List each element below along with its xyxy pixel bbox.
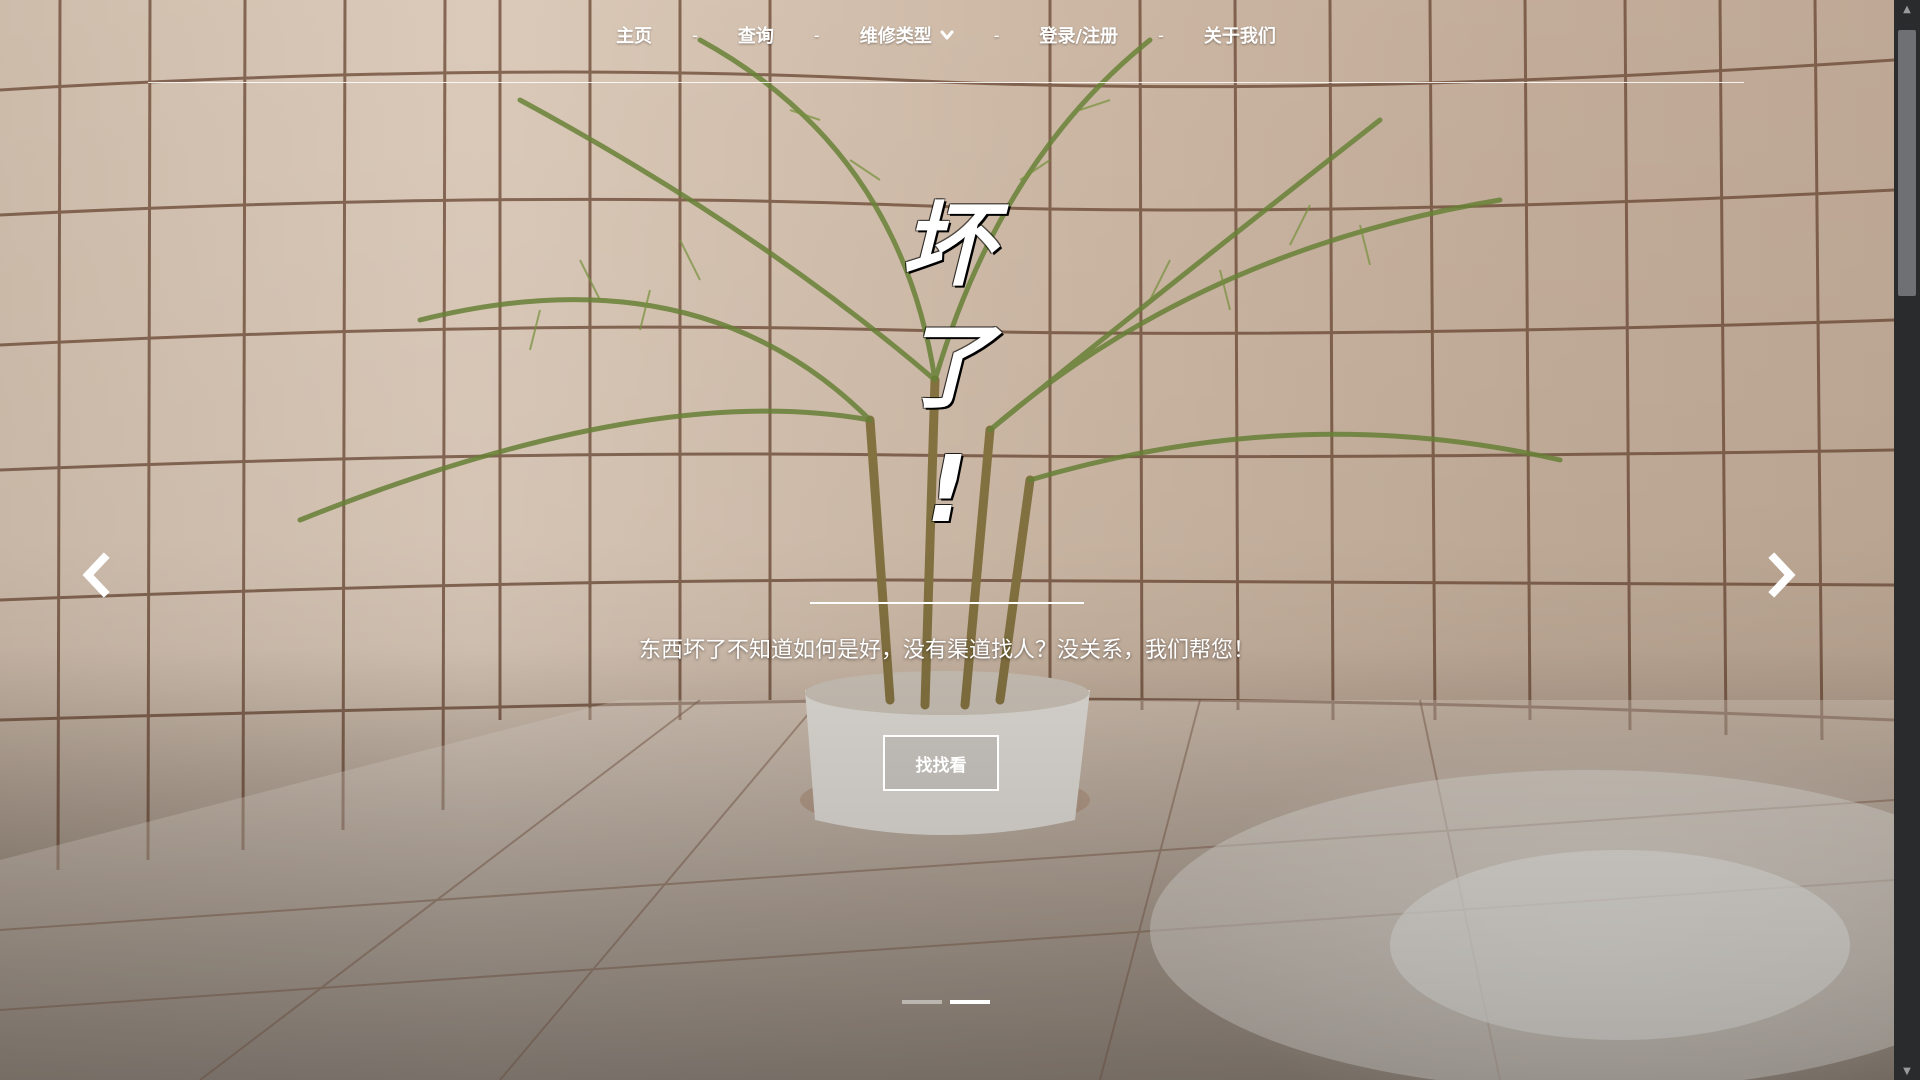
chevron-left-icon: [82, 552, 110, 598]
scrollbar-thumb[interactable]: [1898, 30, 1916, 296]
hero-title-char: !: [926, 436, 968, 543]
page: 主页 - 查询 - 维修类型 - 登录/注册 - 关于我们 坏 了 ! 东西坏了…: [0, 0, 1894, 1080]
hero-subtitle: 东西坏了不知道如何是好，没有渠道找人？没关系，我们帮您！: [638, 638, 1255, 663]
nav-item-label: 查询: [737, 26, 774, 47]
page-scrollbar[interactable]: ▲ ▼: [1894, 0, 1920, 1080]
carousel-indicator[interactable]: [902, 1000, 942, 1004]
chevron-down-icon: [940, 30, 954, 40]
carousel-indicator-active[interactable]: [950, 1000, 990, 1004]
nav-menu: 主页 - 查询 - 维修类型 - 登录/注册 - 关于我们: [148, 22, 1744, 48]
scroll-down-icon[interactable]: ▼: [1894, 1062, 1920, 1080]
nav-separator: -: [993, 25, 1000, 45]
nav-item-label: 维修类型: [859, 26, 932, 47]
hero-divider: [810, 602, 1084, 604]
carousel-indicators: [902, 1000, 990, 1004]
hero-title-char: 了: [900, 314, 993, 421]
find-button[interactable]: 找找看: [883, 735, 999, 791]
carousel-prev-button[interactable]: [76, 550, 116, 600]
nav-item-label: 登录/注册: [1039, 26, 1119, 47]
hero-title-char: 坏: [900, 192, 993, 299]
nav-separator: -: [1158, 25, 1164, 45]
nav-item-home[interactable]: 主页: [616, 22, 652, 48]
nav-item-label: 关于我们: [1203, 26, 1276, 47]
nav-separator: -: [813, 25, 820, 45]
carousel-next-button[interactable]: [1762, 550, 1802, 600]
nav-separator: -: [692, 25, 698, 45]
top-navigation: 主页 - 查询 - 维修类型 - 登录/注册 - 关于我们: [148, 0, 1744, 83]
nav-item-label: 主页: [616, 26, 653, 47]
nav-item-about-us[interactable]: 关于我们: [1204, 22, 1276, 48]
chevron-right-icon: [1768, 552, 1796, 598]
hero-title: 坏 了 !: [0, 185, 1894, 551]
nav-item-query[interactable]: 查询: [738, 22, 774, 48]
nav-item-login-register[interactable]: 登录/注册: [1039, 22, 1118, 48]
scroll-up-icon[interactable]: ▲: [1894, 0, 1920, 18]
nav-item-repair-types[interactable]: 维修类型: [860, 22, 954, 48]
